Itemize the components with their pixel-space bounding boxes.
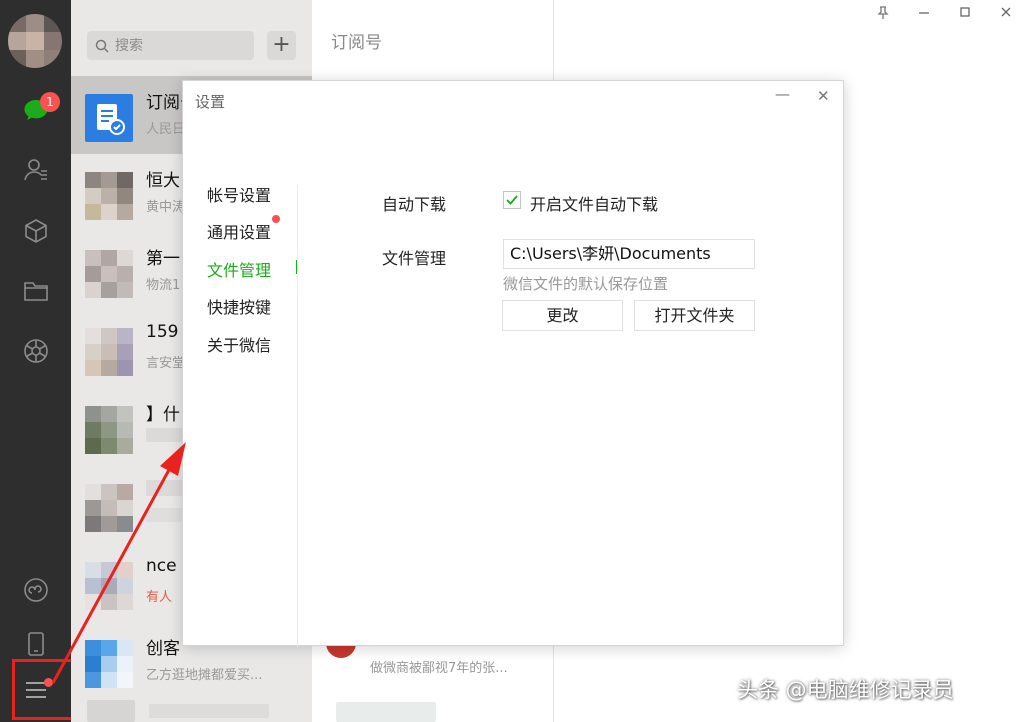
wechat-window: 1 +: [0, 0, 1024, 722]
watermark-text: 头条 @电脑维修记录员: [737, 678, 954, 702]
annotation-arrow: [51, 442, 186, 684]
